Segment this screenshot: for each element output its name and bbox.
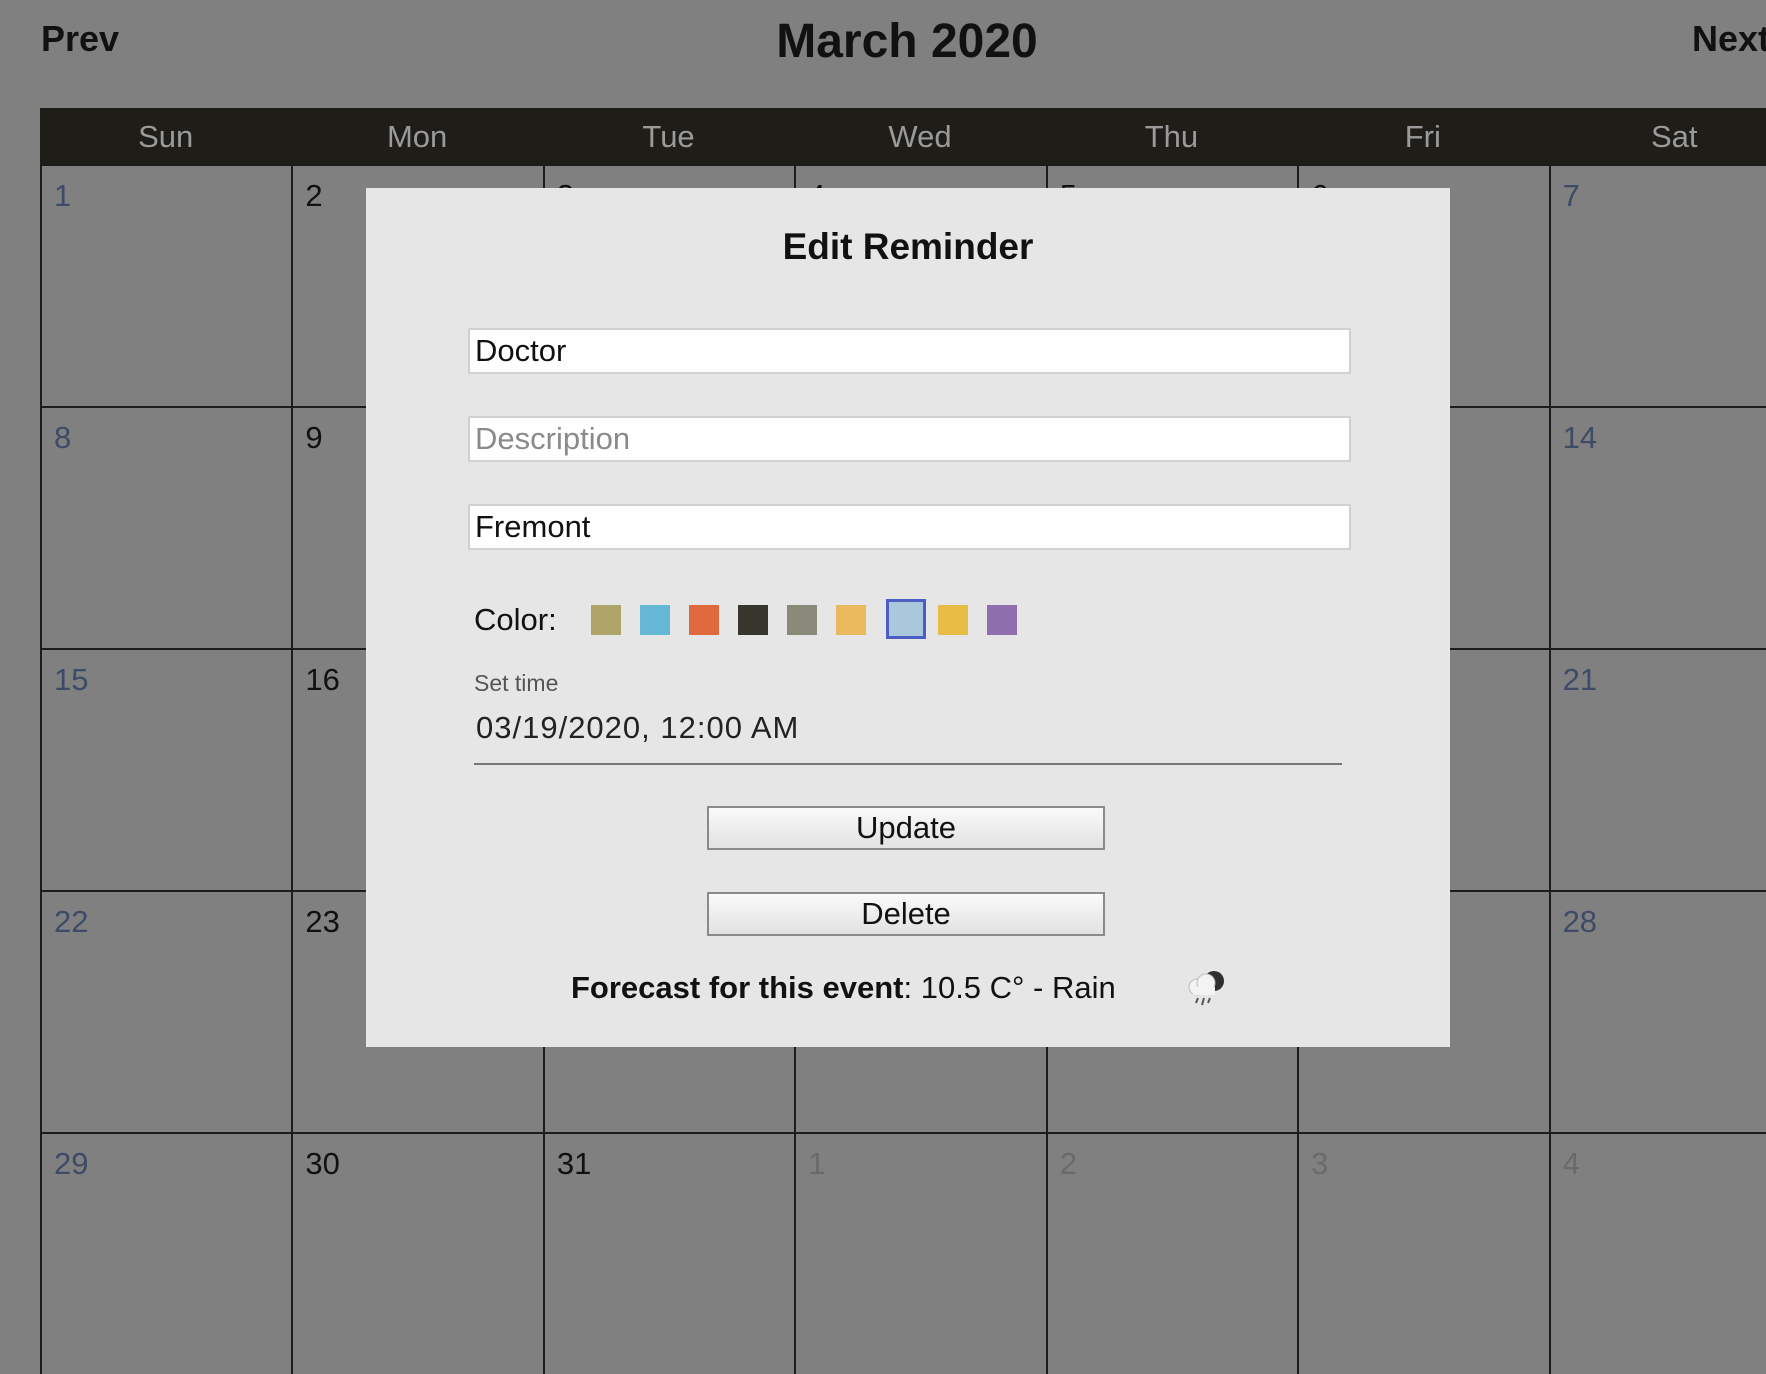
color-label: Color:: [474, 602, 557, 637]
month-title: March 2020: [776, 15, 1038, 68]
day-number: 3: [1311, 1146, 1329, 1181]
day-number: 23: [305, 904, 340, 939]
day-cell[interactable]: 1: [794, 1132, 1046, 1374]
day-cell[interactable]: 14: [1548, 406, 1766, 648]
color-swatch[interactable]: [886, 599, 926, 639]
weekday-label: Tue: [642, 119, 695, 154]
day-number: 30: [305, 1146, 340, 1181]
day-number: 22: [54, 904, 89, 939]
color-swatch[interactable]: [591, 605, 621, 635]
update-button[interactable]: Update: [707, 806, 1105, 850]
day-number: 1: [808, 1146, 826, 1181]
datetime-underline: [474, 763, 1342, 765]
day-cell[interactable]: 29: [40, 1132, 292, 1374]
day-number: 1: [54, 178, 72, 213]
description-input[interactable]: [468, 416, 1351, 462]
color-swatch[interactable]: [836, 605, 866, 635]
weekday-label: Fri: [1404, 119, 1441, 154]
color-swatch[interactable]: [938, 605, 968, 635]
day-cell[interactable]: 7: [1548, 164, 1766, 406]
rain-cloud-icon: [1188, 971, 1224, 1006]
day-cell[interactable]: 21: [1548, 648, 1766, 890]
day-cell[interactable]: 30: [291, 1132, 543, 1374]
day-number: 9: [305, 420, 323, 455]
day-cell[interactable]: 31: [542, 1132, 795, 1374]
color-swatch[interactable]: [738, 605, 768, 635]
forecast-value: : 10.5 C° - Rain: [903, 970, 1116, 1005]
set-time-label: Set time: [474, 670, 559, 696]
color-swatch[interactable]: [987, 605, 1017, 635]
day-number: 4: [1562, 1146, 1580, 1181]
day-cell[interactable]: 28: [1548, 890, 1766, 1132]
day-number: 16: [305, 662, 340, 697]
modal-title: Edit Reminder: [782, 226, 1034, 267]
day-number: 29: [54, 1146, 89, 1181]
day-number: 21: [1562, 662, 1598, 697]
day-cell[interactable]: 2: [1045, 1132, 1298, 1374]
datetime-input[interactable]: 03/19/2020, 12:00 AM: [476, 710, 799, 746]
forecast-label: Forecast for this event: [571, 970, 904, 1005]
city-input[interactable]: [468, 504, 1351, 550]
weekday-label: Sun: [138, 119, 194, 154]
calendar-page: Prev March 2020 Next Sun Mon Tue Wed Thu…: [0, 0, 1766, 1374]
weekday-label: Mon: [386, 119, 448, 154]
weekday-label: Sat: [1650, 119, 1698, 154]
forecast-text: Forecast for this event: 10.5 C° - Rain: [571, 970, 1116, 1006]
day-cell[interactable]: 1: [40, 164, 292, 406]
day-cell[interactable]: 4: [1548, 1132, 1766, 1374]
day-cell[interactable]: 22: [40, 890, 292, 1132]
reminder-title-input[interactable]: [468, 328, 1351, 374]
day-number: 31: [556, 1146, 592, 1181]
day-number: 2: [1059, 1146, 1077, 1181]
color-swatch[interactable]: [689, 605, 719, 635]
color-swatch[interactable]: [787, 605, 817, 635]
day-number: 15: [54, 662, 89, 697]
delete-button[interactable]: Delete: [707, 892, 1105, 936]
weekday-label: Thu: [1144, 119, 1199, 154]
day-number: 14: [1562, 420, 1598, 455]
next-month-button[interactable]: Next: [1692, 18, 1766, 60]
edit-reminder-modal: Edit Reminder Color: Set time 03/19/2020…: [366, 188, 1450, 1047]
day-cell[interactable]: 8: [40, 406, 292, 648]
day-number: 8: [54, 420, 72, 455]
day-cell[interactable]: 15: [40, 648, 292, 890]
weekday-header: Sun Mon Tue Wed Thu Fri Sat: [40, 108, 1766, 164]
day-cell[interactable]: 3: [1297, 1132, 1549, 1374]
color-swatch[interactable]: [640, 605, 670, 635]
day-number: 2: [305, 178, 323, 213]
day-number: 7: [1562, 178, 1580, 213]
weekday-label: Wed: [888, 119, 952, 154]
day-number: 28: [1562, 904, 1598, 939]
